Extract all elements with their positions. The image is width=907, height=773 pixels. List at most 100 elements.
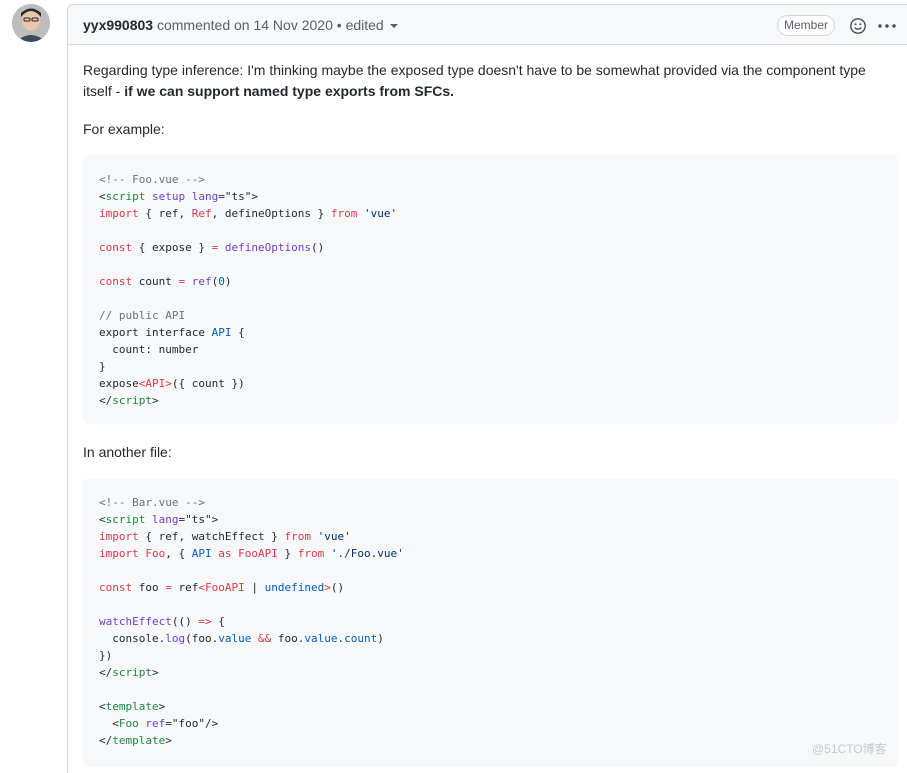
code-line: count: number xyxy=(99,341,397,358)
edited-dropdown[interactable]: edited xyxy=(346,17,398,33)
code-token: count xyxy=(132,275,179,288)
code-line: <script lang="ts"> xyxy=(99,511,404,528)
code-token: ref xyxy=(191,275,212,288)
code-token: ) xyxy=(377,632,384,645)
code-line: </template> xyxy=(99,732,404,749)
code-token: 'vue' xyxy=(310,530,351,543)
code-line: const foo = ref<FooAPI | undefined>() xyxy=(99,579,404,596)
user-avatar-icon[interactable] xyxy=(12,4,50,42)
code-token: Ref xyxy=(191,207,212,220)
kebab-horizontal-icon[interactable] xyxy=(877,17,897,35)
code-token: import xyxy=(99,207,139,220)
code-token: { ref, xyxy=(138,207,192,220)
code-token: (foo. xyxy=(185,632,219,645)
code-line: watchEffect(() => { xyxy=(99,613,404,630)
code-token: } xyxy=(277,547,298,560)
paragraph-for-example: For example: xyxy=(83,121,165,137)
code-token: API xyxy=(191,547,212,560)
code-token: from xyxy=(297,547,325,560)
code-token: <!-- Bar.vue --> xyxy=(99,496,205,509)
code-token: > xyxy=(152,394,159,407)
code-token: const xyxy=(99,275,133,288)
code-line: <Foo ref="foo"/> xyxy=(99,715,404,732)
code-token: undefined xyxy=(264,581,325,594)
code-token: API xyxy=(211,326,232,339)
code-token: count: number xyxy=(99,343,199,356)
code-token: const xyxy=(99,241,133,254)
code-token: > xyxy=(152,666,159,679)
comment-meta: yyx990803 commented on 14 Nov 2020 • edi… xyxy=(83,17,398,33)
code-text: <!-- Bar.vue --> <script lang="ts"> import… xyxy=(99,494,404,749)
code-token: < xyxy=(99,700,106,713)
code-token: (() xyxy=(171,615,199,628)
edited-label: edited xyxy=(345,17,384,33)
code-line: <!-- Bar.vue --> xyxy=(99,494,404,511)
code-token: script xyxy=(105,190,146,203)
code-line: // public API xyxy=(99,307,397,324)
code-token: log xyxy=(165,632,186,645)
chevron-down-icon xyxy=(389,24,398,28)
paragraph-another-file: In another file: xyxy=(83,444,172,460)
code-token: </ xyxy=(99,734,113,747)
code-token: lang xyxy=(152,513,179,526)
code-token: <API> xyxy=(138,377,172,390)
code-token: value xyxy=(218,632,252,645)
author-link[interactable]: yyx990803 xyxy=(83,17,153,33)
code-token: ="ts"> xyxy=(178,513,219,526)
code-token: FooAPI xyxy=(238,547,278,560)
code-token: </ xyxy=(99,666,113,679)
code-line: console.log(foo.value && foo.value.count… xyxy=(99,630,404,647)
member-badge: Member xyxy=(777,15,836,36)
code-token: } xyxy=(99,360,106,373)
code-token: // public API xyxy=(99,309,186,322)
code-token: { xyxy=(211,615,225,628)
comment-header: yyx990803 commented on 14 Nov 2020 • edi… xyxy=(68,5,907,45)
code-token: setup xyxy=(152,190,186,203)
code-token: < xyxy=(99,190,106,203)
code-token: script xyxy=(112,666,152,679)
code-token: , { xyxy=(165,547,192,560)
code-token: 'vue' xyxy=(357,207,398,220)
code-line: import { ref, Ref, defineOptions } from … xyxy=(99,205,397,222)
code-token: as xyxy=(211,547,239,560)
code-token: template xyxy=(112,734,166,747)
code-token: < xyxy=(99,717,119,730)
code-token: ="ts"> xyxy=(218,190,258,203)
code-line: </script> xyxy=(99,392,397,409)
code-token: < xyxy=(198,581,205,594)
code-token: = xyxy=(165,581,172,594)
code-line: <script setup lang="ts"> xyxy=(99,188,397,205)
code-token: | xyxy=(244,581,265,594)
code-line: const { expose } = defineOptions() xyxy=(99,239,397,256)
comment-box: yyx990803 commented on 14 Nov 2020 • edi… xyxy=(67,4,907,773)
code-text: <!-- Foo.vue --> <script setup lang="ts">… xyxy=(99,171,397,409)
comment-date[interactable]: 14 Nov 2020 xyxy=(253,17,332,33)
code-token: ="foo"/> xyxy=(165,717,219,730)
code-token: ref xyxy=(171,581,199,594)
smiley-icon[interactable] xyxy=(849,17,867,35)
code-token: => xyxy=(198,615,212,628)
code-token: './Foo.vue' xyxy=(324,547,404,560)
code-token: import xyxy=(99,530,139,543)
code-token: count xyxy=(344,632,378,645)
code-line: import Foo, { API as FooAPI } from './Fo… xyxy=(99,545,404,562)
watermark: @51CTO博客 xyxy=(812,742,887,756)
code-token: defineOptions xyxy=(224,241,311,254)
code-token: > xyxy=(165,734,172,747)
paragraph-type-inference: Regarding type inference: I'm thinking m… xyxy=(83,60,888,102)
code-line: import { ref, watchEffect } from 'vue' xyxy=(99,528,404,545)
code-line: export interface API { xyxy=(99,324,397,341)
code-token: script xyxy=(105,513,146,526)
code-token: > xyxy=(158,700,166,713)
page: yyx990803 commented on 14 Nov 2020 • edi… xyxy=(0,0,907,773)
code-token: && xyxy=(257,632,272,645)
code-token: }) xyxy=(99,649,113,662)
